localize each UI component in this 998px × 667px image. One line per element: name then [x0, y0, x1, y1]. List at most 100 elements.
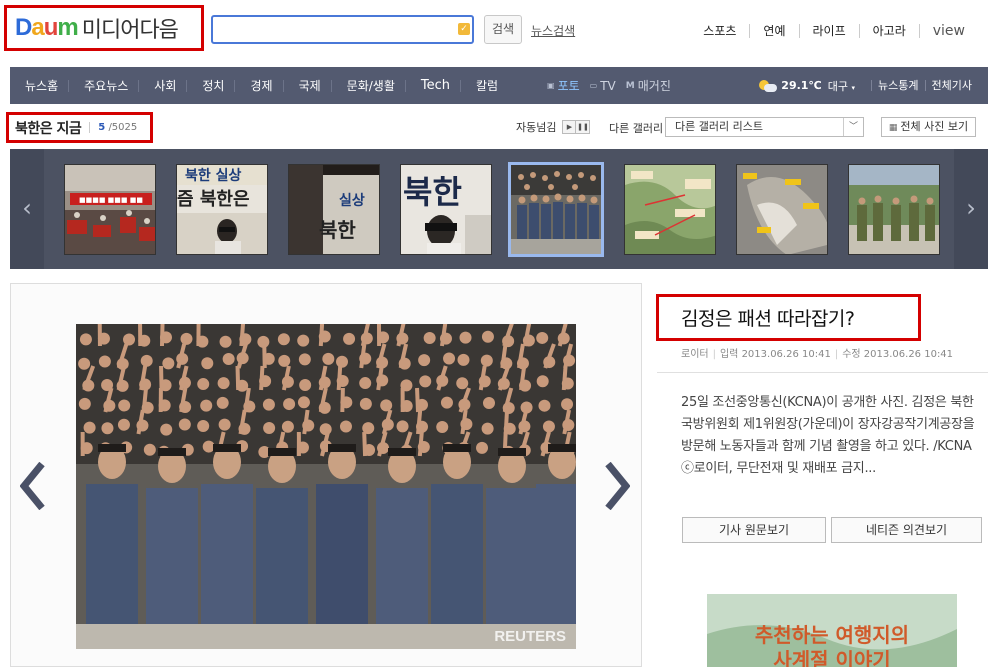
- nav-photo-label: 포토: [557, 79, 580, 93]
- news-stats-link[interactable]: 뉴스통계: [871, 80, 924, 91]
- search-input[interactable]: ✓: [211, 15, 474, 44]
- thumb2-line1: 북한 실상: [185, 168, 242, 184]
- nav-news-home[interactable]: 뉴스홈: [10, 80, 68, 92]
- gallery-select-value: 다른 갤러리 리스트: [675, 120, 763, 133]
- thumb-rally-crowd[interactable]: ■■■■ ■■■ ■■: [64, 164, 156, 255]
- ad-banner[interactable]: 추천하는 여행지의 사계절 이야기: [707, 594, 957, 667]
- rally-crowd-image: ■■■■ ■■■ ■■: [65, 165, 155, 254]
- top-nav: 스포츠 연예 라이프 아고라 view: [690, 24, 978, 38]
- gallery-counter: 5 /5025: [89, 122, 137, 133]
- chevron-left-icon: [20, 462, 45, 510]
- nav-top-news[interactable]: 주요뉴스: [68, 79, 138, 92]
- chevron-left-icon: ‹: [22, 194, 32, 222]
- thumb-sign-closeup[interactable]: 실상 북한: [288, 164, 380, 255]
- map-image: [625, 165, 715, 254]
- nav-economy[interactable]: 경제: [234, 79, 282, 92]
- strip-prev-button[interactable]: ‹: [10, 149, 44, 269]
- article-edit-time: 수정 2013.06.26 10:41: [842, 349, 954, 360]
- all-photos-label: 전체 사진 보기: [900, 120, 969, 133]
- gallery-title-box: 북한은 지금 5 /5025: [6, 112, 153, 143]
- nav-column[interactable]: 칼럼: [460, 79, 508, 92]
- tv-icon: ▭: [589, 81, 598, 90]
- all-articles-link[interactable]: 전체기사: [924, 80, 978, 91]
- top-nav-entertainment[interactable]: 연예: [749, 24, 798, 38]
- nav-magazine-label: 매거진: [637, 79, 671, 93]
- photo-next-button[interactable]: [604, 462, 630, 510]
- play-icon[interactable]: ▶: [562, 120, 577, 134]
- broadcast-sign-image: 북한 실상 즘 북한은: [177, 165, 267, 254]
- svg-text:■■■■ ■■■ ■■: ■■■■ ■■■ ■■: [79, 196, 143, 204]
- nav-society[interactable]: 사회: [138, 79, 186, 92]
- gallery-title: 북한은 지금: [15, 120, 82, 137]
- photo-watermark: REUTERS: [494, 628, 566, 645]
- camera-icon: ▣: [547, 81, 555, 90]
- autoplay-control: 자동넘김 ▶ ❚❚: [516, 119, 591, 135]
- nav-culture[interactable]: 문화/생활: [330, 79, 405, 92]
- chevron-down-icon: ▾: [851, 83, 856, 92]
- thumb3-small: 북한: [319, 218, 356, 242]
- article-body: 25일 조선중앙통신(KCNA)이 공개한 사진. 김정은 북한 국방위원회 제…: [681, 395, 975, 476]
- group-photo-image: [511, 165, 601, 254]
- gallery-select[interactable]: 다른 갤러리 리스트 ﹀: [665, 117, 864, 137]
- nav-international[interactable]: 국제: [282, 79, 331, 92]
- ad-banner-image: 추천하는 여행지의 사계절 이야기: [707, 594, 957, 667]
- weather-temp: 29.1℃: [781, 79, 822, 92]
- top-nav-view[interactable]: view: [918, 24, 978, 38]
- top-nav-agora[interactable]: 아고라: [858, 24, 919, 38]
- top-nav-sports[interactable]: 스포츠: [690, 24, 749, 38]
- article-title-box: 김정은 패션 따라잡기?: [656, 294, 921, 341]
- daum-logo: Daum: [15, 14, 79, 41]
- chevron-right-icon: ›: [966, 194, 976, 222]
- article-title: 김정은 패션 따라잡기?: [681, 308, 855, 330]
- search-option-icon[interactable]: ✓: [458, 23, 470, 35]
- media-daum-logo-text: 미디어다음: [81, 18, 179, 43]
- view-original-button[interactable]: 기사 원문보기: [682, 517, 826, 543]
- grid-icon: ▦: [888, 123, 898, 133]
- thumb2-line2: 즘 북한은: [177, 189, 250, 210]
- satellite-image: [737, 165, 827, 254]
- nav-tv-label: TV: [600, 78, 616, 93]
- ad-line1: 추천하는 여행지의: [755, 623, 909, 647]
- news-search-link[interactable]: 뉴스검색: [531, 22, 575, 39]
- search-button[interactable]: 검색: [484, 15, 522, 44]
- autoplay-label: 자동넘김: [516, 121, 557, 134]
- article-input-time: 입력 2013.06.26 10:41: [719, 349, 831, 360]
- soldiers-image: [849, 165, 939, 254]
- gallery-current: 5: [98, 122, 106, 133]
- nav-politics[interactable]: 정치: [186, 79, 234, 92]
- nav-tech[interactable]: Tech: [404, 79, 460, 92]
- chevron-right-icon: [605, 462, 630, 510]
- main-nav-bar: 뉴스홈 주요뉴스 사회 정치 경제 국제 문화/생활 Tech 칼럼 ▣ 포토 ▭…: [10, 67, 988, 104]
- thumbnail-strip: ‹ ■■■■ ■■■ ■■ 북한 실상 즘 북한은 실상 북한 북한 ›: [10, 149, 988, 269]
- weather-city-select[interactable]: 대구 ▾: [828, 78, 855, 94]
- gallery-total: /5025: [108, 122, 138, 133]
- nav-photo[interactable]: ▣ 포토: [547, 77, 580, 94]
- other-gallery-label: 다른 갤러리: [609, 122, 664, 135]
- all-photos-button[interactable]: ▦ 전체 사진 보기: [881, 117, 976, 137]
- top-nav-life[interactable]: 라이프: [798, 24, 859, 38]
- partly-cloudy-icon: [759, 79, 778, 92]
- ad-line2: 사계절 이야기: [773, 648, 890, 667]
- main-photo[interactable]: REUTERS: [76, 324, 576, 649]
- broadcast-sign-image: 북한: [401, 165, 491, 254]
- group-photo-image: REUTERS: [76, 324, 576, 649]
- weather-city-label: 대구: [827, 79, 849, 93]
- nav-tv[interactable]: ▭ TV: [590, 79, 616, 93]
- photo-prev-button[interactable]: [20, 462, 46, 510]
- logo-link[interactable]: Daum 미디어다음: [4, 5, 204, 51]
- strip-next-button[interactable]: ›: [954, 149, 988, 269]
- article-meta: 로이터 | 입력 2013.06.26 10:41 | 수정 2013.06.26 10…: [681, 349, 954, 360]
- thumb-broadcast-sign-1[interactable]: 북한 실상 즘 북한은: [176, 164, 268, 255]
- thumb-satellite[interactable]: [736, 164, 828, 255]
- magazine-icon: M: [625, 80, 635, 91]
- chevron-down-icon: ﹀: [843, 118, 863, 136]
- thumb-group-photo[interactable]: [508, 162, 604, 257]
- nav-magazine[interactable]: M 매거진: [626, 77, 671, 94]
- view-comments-button[interactable]: 네티즌 의견보기: [831, 517, 982, 543]
- article-source[interactable]: 로이터: [681, 349, 709, 360]
- thumb-map-1[interactable]: [624, 164, 716, 255]
- sign-closeup-image: 실상 북한: [289, 165, 379, 254]
- thumb-soldiers[interactable]: [848, 164, 940, 255]
- pause-icon[interactable]: ❚❚: [576, 120, 591, 134]
- thumb-broadcast-sign-2[interactable]: 북한: [400, 164, 492, 255]
